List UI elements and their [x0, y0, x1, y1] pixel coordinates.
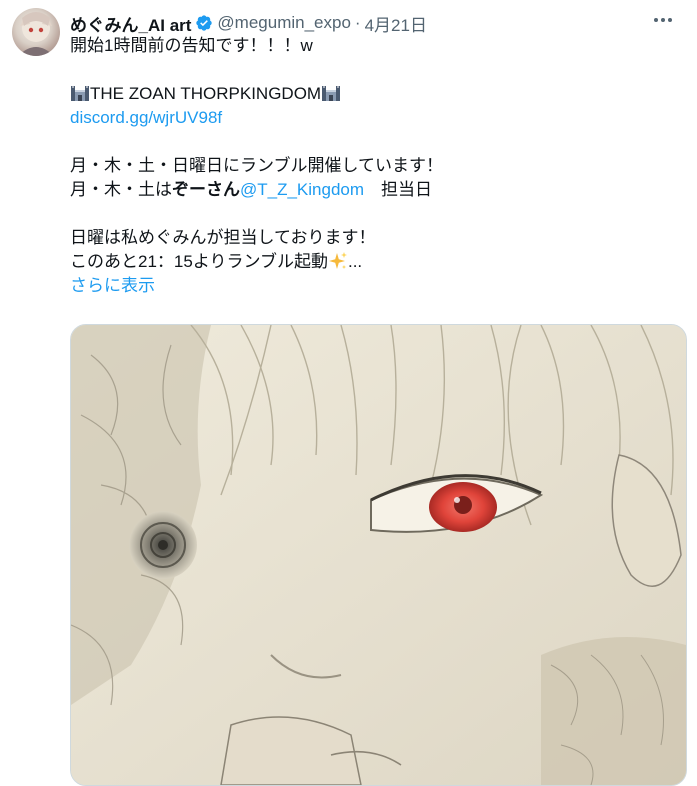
tweet-text: 開始1時間前の告知です！！！w THE ZOAN THORPKINGDOM di…: [70, 34, 670, 298]
castle-icon: [71, 86, 89, 101]
illustration-image: [71, 325, 686, 785]
mention-link[interactable]: @T_Z_Kingdom: [240, 180, 364, 199]
avatar-image: [18, 12, 54, 56]
show-more-link[interactable]: さらに表示: [70, 276, 155, 295]
more-dot-icon: [661, 18, 665, 22]
tweet-image[interactable]: [70, 324, 687, 786]
discord-link[interactable]: discord.gg/wjrUV98f: [70, 108, 222, 127]
more-dot-icon: [668, 18, 672, 22]
sparkles-icon: [328, 252, 347, 269]
assign-prefix: 月・木・土は: [70, 180, 172, 199]
avatar[interactable]: [12, 8, 60, 56]
separator: ·: [354, 13, 361, 32]
assign-line: 月・木・土はぞーさん@T_Z_Kingdom 担当日: [70, 178, 670, 202]
assign-name: ぞーさん: [172, 180, 240, 199]
text-line: 開始1時間前の告知です！！！w: [70, 36, 313, 55]
tweet-header: めぐみん_AI art @megumin_expo · 4月21日: [70, 10, 677, 36]
sunday-line: 日曜は私めぐみんが担当しております！: [70, 228, 376, 247]
start-text: このあと21：15よりランブル起動: [70, 252, 328, 271]
more-options-button[interactable]: [651, 14, 675, 26]
more-dot-icon: [654, 18, 658, 22]
server-name: THE ZOAN THORPKINGDOM: [90, 84, 322, 103]
server-line: THE ZOAN THORPKINGDOM: [70, 82, 670, 106]
assign-suffix: 担当日: [364, 180, 433, 199]
tweet-card[interactable]: めぐみん_AI art @megumin_expo · 4月21日 開始1時間前…: [0, 0, 697, 786]
schedule-line: 月・木・土・日曜日にランブル開催しています！: [70, 156, 443, 175]
post-date[interactable]: 4月21日: [365, 11, 427, 36]
ellipsis: ...: [347, 252, 363, 271]
castle-icon: [322, 86, 341, 101]
handle[interactable]: @megumin_expo: [217, 13, 351, 33]
verified-badge-icon: [196, 15, 213, 31]
start-line: このあと21：15よりランブル起動 ...: [70, 250, 670, 274]
display-name[interactable]: めぐみん_AI art: [70, 11, 191, 36]
